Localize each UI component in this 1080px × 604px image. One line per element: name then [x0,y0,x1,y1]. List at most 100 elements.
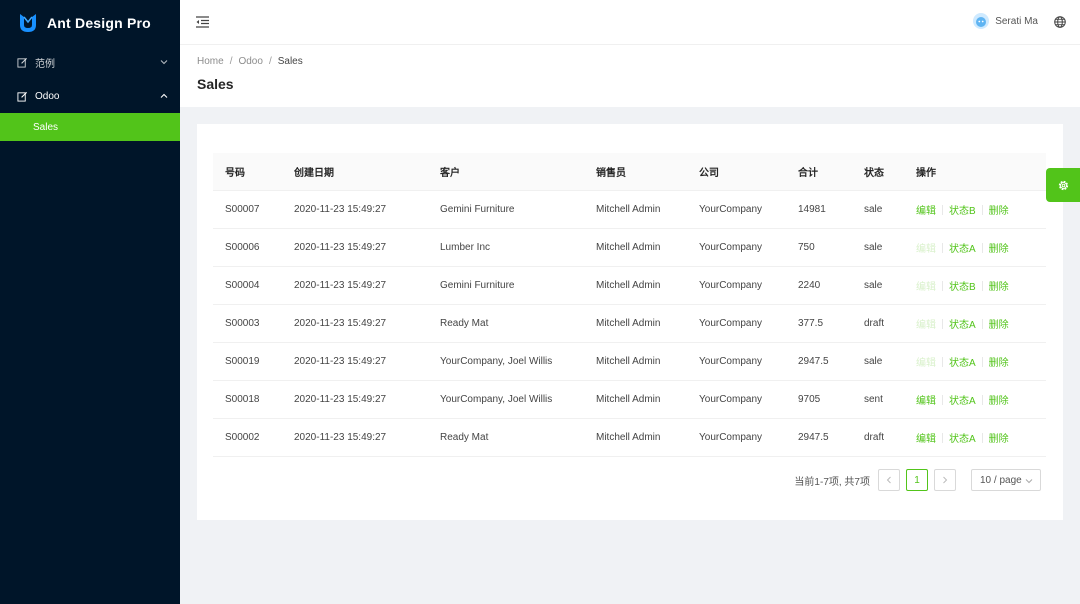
cell-date: 2020-11-23 15:49:27 [294,394,387,405]
delete-link[interactable]: 删除 [989,240,1009,255]
cell-total: 2947.5 [798,356,829,367]
column-header: 号码 [225,168,245,179]
cell-customer: Ready Mat [440,318,489,329]
cell-company: YourCompany [699,356,763,367]
divider [981,432,983,443]
prev-page-button[interactable] [878,469,900,491]
cell-date: 2020-11-23 15:49:27 [294,280,387,291]
app-title: Ant Design Pro [47,14,151,31]
cell-customer: YourCompany, Joel Willis [440,356,553,367]
content-card: 号码 创建日期 客户 销售员 公司 合计 状态 操作 S00007 2020-1… [197,124,1063,520]
toggle-state-link[interactable]: 状态A [949,430,976,445]
cell-id: S00003 [225,318,260,329]
divider [942,432,943,443]
cell-date: 2020-11-23 15:49:27 [294,242,387,253]
globe-icon[interactable] [1054,16,1066,28]
toggle-state-link[interactable]: 状态A [949,240,976,255]
cell-actions: 编辑 状态B 删除 [904,202,1046,217]
breadcrumb-current: Sales [277,56,303,67]
submenu-item-sales[interactable]: Sales [0,113,180,141]
cell-state: sale [864,204,883,215]
page-button[interactable]: 1 [906,469,928,491]
column-header: 合计 [798,168,818,179]
pagination-total: 当前1-7项, 共7项 [794,476,870,488]
divider [981,242,983,253]
cell-id: S00018 [225,394,260,405]
delete-link[interactable]: 删除 [989,354,1009,369]
toggle-state-link[interactable]: 状态B [949,202,976,217]
edit-link: 编辑 [916,282,936,293]
delete-link[interactable]: 删除 [989,392,1009,407]
edit-link[interactable]: 编辑 [916,202,936,217]
cell-customer: Gemini Furniture [440,280,515,291]
next-page-button[interactable] [934,469,956,491]
divider [981,280,983,291]
cell-salesperson: Mitchell Admin [596,204,661,215]
cell-customer: YourCompany, Joel Willis [440,394,553,405]
user-name: Serati Ma [995,15,1038,27]
delete-link[interactable]: 删除 [989,430,1009,445]
column-header: 状态 [864,168,884,179]
cell-total: 14981 [798,204,826,215]
divider [942,356,943,367]
avatar-face-icon [973,13,990,29]
cell-date: 2020-11-23 15:49:27 [294,318,387,329]
column-header: 操作 [916,168,936,179]
table-row: S00004 2020-11-23 15:49:27 Gemini Furnit… [213,267,1046,305]
cell-company: YourCompany [699,204,763,215]
cell-salesperson: Mitchell Admin [596,394,661,405]
edit-icon [17,90,29,102]
cell-company: YourCompany [699,280,763,291]
settings-drawer-button[interactable] [1046,168,1080,202]
menu-item-odoo[interactable]: Odoo [0,79,180,113]
menu-item-examples[interactable]: 范例 [0,45,180,79]
edit-icon [17,56,29,68]
divider [942,394,943,405]
cell-actions: 编辑 状态A 删除 [904,354,1046,369]
menu-item-label: 范例 [35,58,55,70]
divider [981,356,983,367]
table-header: 号码 创建日期 客户 销售员 公司 合计 状态 操作 [213,153,1046,191]
cell-state: sale [864,242,883,253]
cell-customer: Lumber Inc [440,242,491,253]
delete-link[interactable]: 删除 [989,316,1009,331]
user-menu[interactable]: Serati Ma [973,13,1038,29]
edit-link[interactable]: 编辑 [916,430,936,445]
toggle-state-link[interactable]: 状态B [949,278,976,293]
sidebar: Ant Design Pro 范例 Odoo Sales [0,0,180,604]
cell-actions: 编辑 状态A 删除 [904,316,1046,331]
cell-id: S00006 [225,242,260,253]
cell-state: sale [864,280,883,291]
breadcrumb-separator: / [229,56,233,67]
cell-company: YourCompany [699,242,763,253]
cell-company: YourCompany [699,318,763,329]
cell-id: S00004 [225,280,260,291]
edit-link[interactable]: 编辑 [916,392,936,407]
page-header: Home / Odoo / Sales Sales [180,45,1080,107]
cell-actions: 编辑 状态A 删除 [904,392,1046,407]
menu-fold-icon[interactable] [196,16,209,28]
divider [981,394,983,405]
cell-customer: Ready Mat [440,432,489,443]
toggle-state-link[interactable]: 状态A [949,392,976,407]
delete-link[interactable]: 删除 [989,202,1009,217]
logo[interactable]: Ant Design Pro [0,0,180,45]
divider [942,204,943,215]
breadcrumb-odoo[interactable]: Odoo [238,56,262,67]
pagination: 当前1-7项, 共7项 1 10 / page [794,469,1041,491]
column-header: 创建日期 [294,168,334,179]
column-header: 公司 [699,168,719,179]
cell-salesperson: Mitchell Admin [596,432,661,443]
toggle-state-link[interactable]: 状态A [949,354,976,369]
delete-link[interactable]: 删除 [989,278,1009,293]
cell-salesperson: Mitchell Admin [596,280,661,291]
breadcrumb-home[interactable]: Home [197,56,224,67]
table-row: S00002 2020-11-23 15:49:27 Ready Mat Mit… [213,419,1046,457]
cell-customer: Gemini Furniture [440,204,515,215]
cell-total: 750 [798,242,815,253]
toggle-state-link[interactable]: 状态A [949,316,976,331]
divider [942,280,943,291]
page-title: Sales [197,76,234,92]
page-size-select[interactable]: 10 / page [971,469,1041,491]
cell-total: 377.5 [798,318,824,329]
